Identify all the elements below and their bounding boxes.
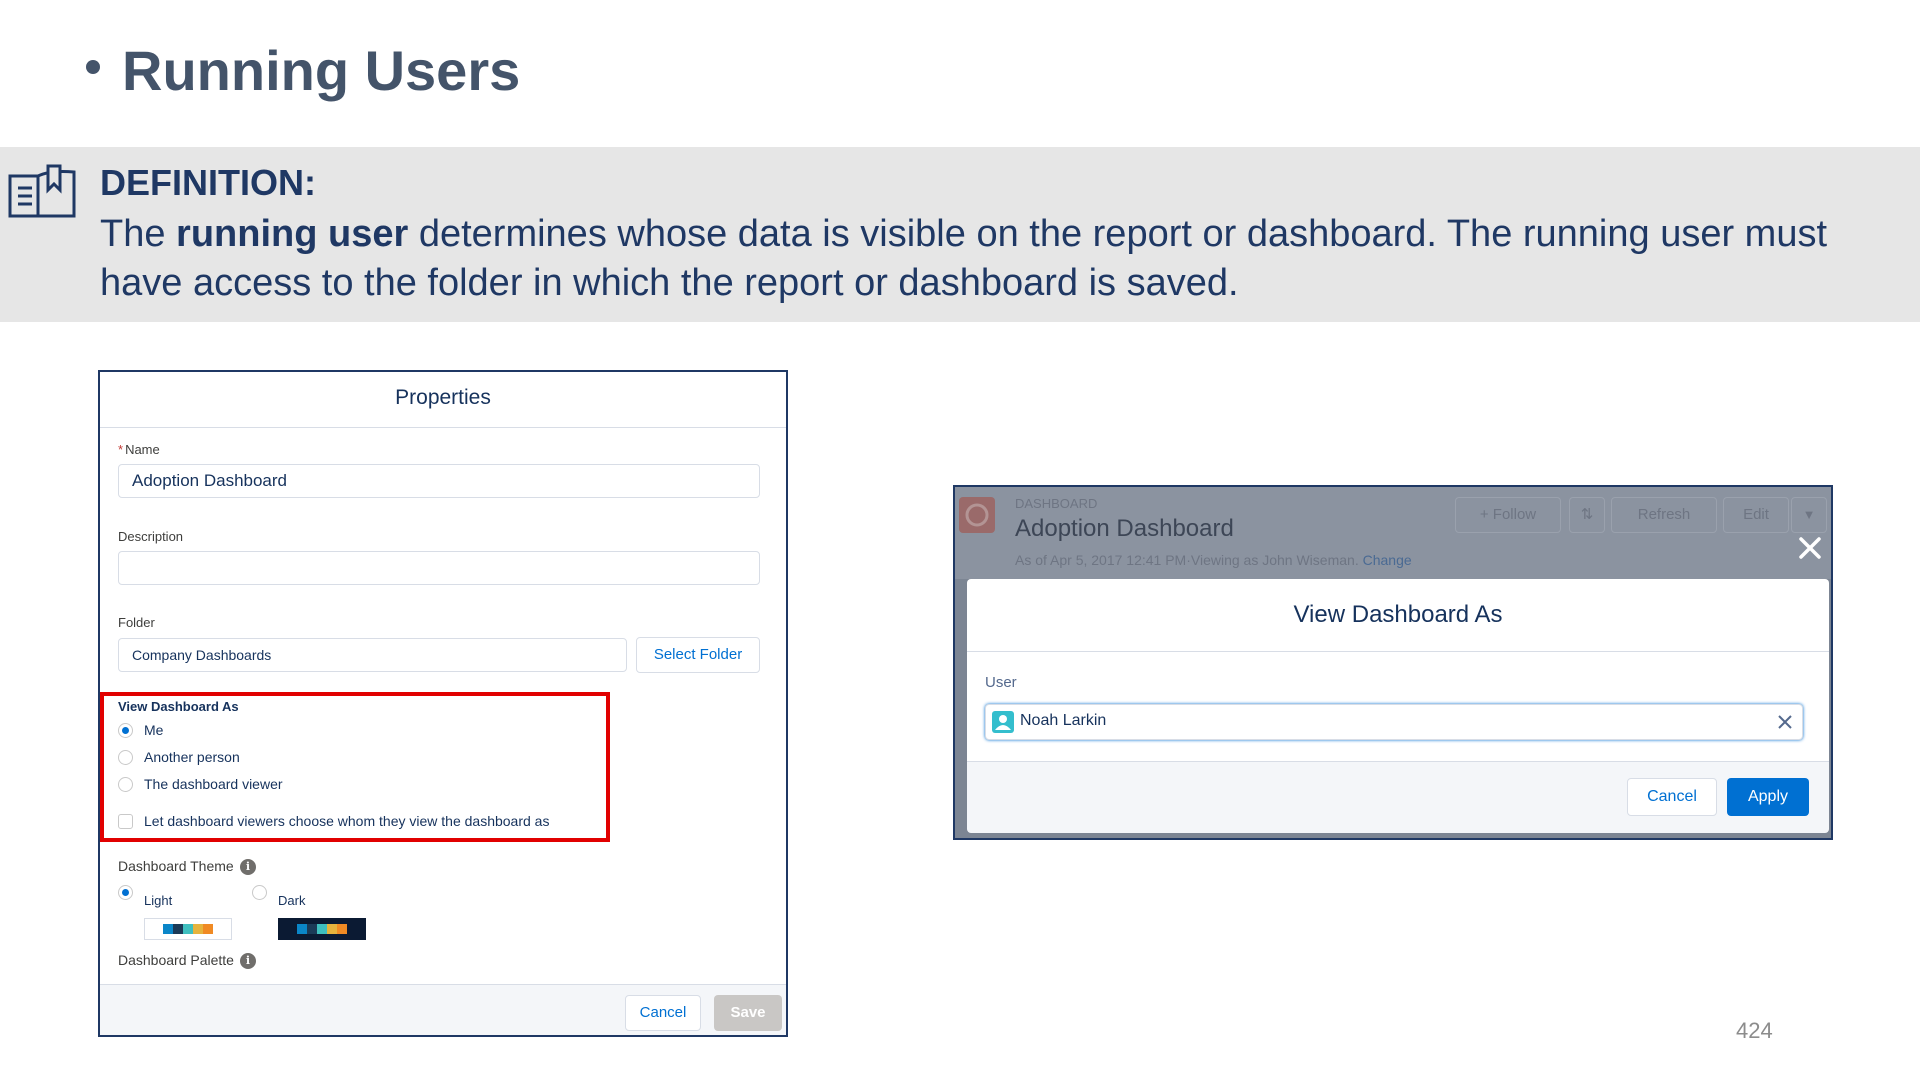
page-number: 424 bbox=[1736, 1018, 1773, 1043]
view-as-modal-footer: Cancel Apply bbox=[967, 761, 1829, 833]
theme-light-radio[interactable] bbox=[118, 885, 133, 900]
view-as-dialog-screenshot: DASHBOARD Adoption Dashboard As of Apr 5… bbox=[953, 485, 1833, 840]
palette-label: Dashboard Palette bbox=[118, 952, 234, 968]
theme-label: Dashboard Theme bbox=[118, 858, 234, 874]
light-theme-swatch[interactable] bbox=[144, 918, 232, 940]
background-follow-button[interactable]: + Follow bbox=[1455, 497, 1561, 533]
background-change-link[interactable]: Change bbox=[1363, 552, 1412, 568]
description-field[interactable] bbox=[118, 551, 760, 585]
description-label: Description bbox=[118, 529, 184, 544]
slide-title: Running Users bbox=[86, 38, 520, 103]
background-edit-button[interactable]: Edit bbox=[1723, 497, 1789, 533]
user-label: User bbox=[985, 674, 1017, 691]
background-more-chevron-down-icon[interactable]: ▼ bbox=[1791, 497, 1827, 533]
user-value: Noah Larkin bbox=[1020, 712, 1107, 729]
background-pin-icon[interactable]: ⇅ bbox=[1569, 497, 1605, 533]
clear-selection-icon[interactable] bbox=[1778, 715, 1792, 729]
properties-cancel-button[interactable]: Cancel bbox=[625, 995, 701, 1031]
name-label: * Name bbox=[118, 442, 160, 457]
properties-save-button[interactable]: Save bbox=[714, 995, 782, 1031]
background-refresh-button[interactable]: Refresh bbox=[1611, 497, 1717, 533]
bullet-icon bbox=[86, 60, 100, 75]
theme-option-label: Dark bbox=[278, 893, 306, 908]
properties-footer: Cancel Save bbox=[100, 984, 786, 1035]
book-icon bbox=[8, 164, 76, 218]
theme-option-label: Light bbox=[144, 893, 173, 908]
view-as-modal-title: View Dashboard As bbox=[967, 579, 1829, 652]
properties-panel: Properties * Name Adoption Dashboard Desc… bbox=[98, 370, 788, 1037]
properties-title: Properties bbox=[100, 372, 786, 428]
definition-text: The running user determines whose data i… bbox=[100, 213, 1828, 304]
definition-heading: DEFINITION: bbox=[100, 162, 316, 203]
dark-theme-swatch[interactable] bbox=[278, 918, 366, 940]
name-field[interactable]: Adoption Dashboard bbox=[118, 464, 760, 498]
user-lookup-field[interactable]: Noah Larkin bbox=[985, 704, 1803, 740]
user-avatar-icon bbox=[992, 711, 1014, 733]
close-icon[interactable] bbox=[1795, 533, 1825, 563]
definition-term: running user bbox=[176, 213, 409, 255]
palette-info-icon[interactable]: i bbox=[240, 953, 256, 969]
theme-info-icon[interactable]: i bbox=[240, 859, 256, 875]
theme-dark-radio[interactable] bbox=[252, 885, 267, 900]
select-folder-button[interactable]: Select Folder bbox=[636, 637, 760, 673]
background-dashboard-title: Adoption Dashboard bbox=[1015, 515, 1234, 542]
dashboard-app-icon bbox=[959, 497, 995, 533]
view-as-highlight-box bbox=[100, 692, 610, 842]
folder-label: Folder bbox=[118, 615, 155, 630]
view-as-apply-button[interactable]: Apply bbox=[1727, 778, 1809, 816]
view-as-modal: View Dashboard As User Noah Larkin Cance… bbox=[967, 579, 1829, 833]
background-subtitle: As of Apr 5, 2017 12:41 PM·Viewing as Jo… bbox=[1015, 552, 1412, 568]
folder-field[interactable]: Company Dashboards bbox=[118, 638, 627, 672]
background-object-type: DASHBOARD bbox=[1015, 496, 1098, 511]
view-as-cancel-button[interactable]: Cancel bbox=[1627, 778, 1717, 816]
